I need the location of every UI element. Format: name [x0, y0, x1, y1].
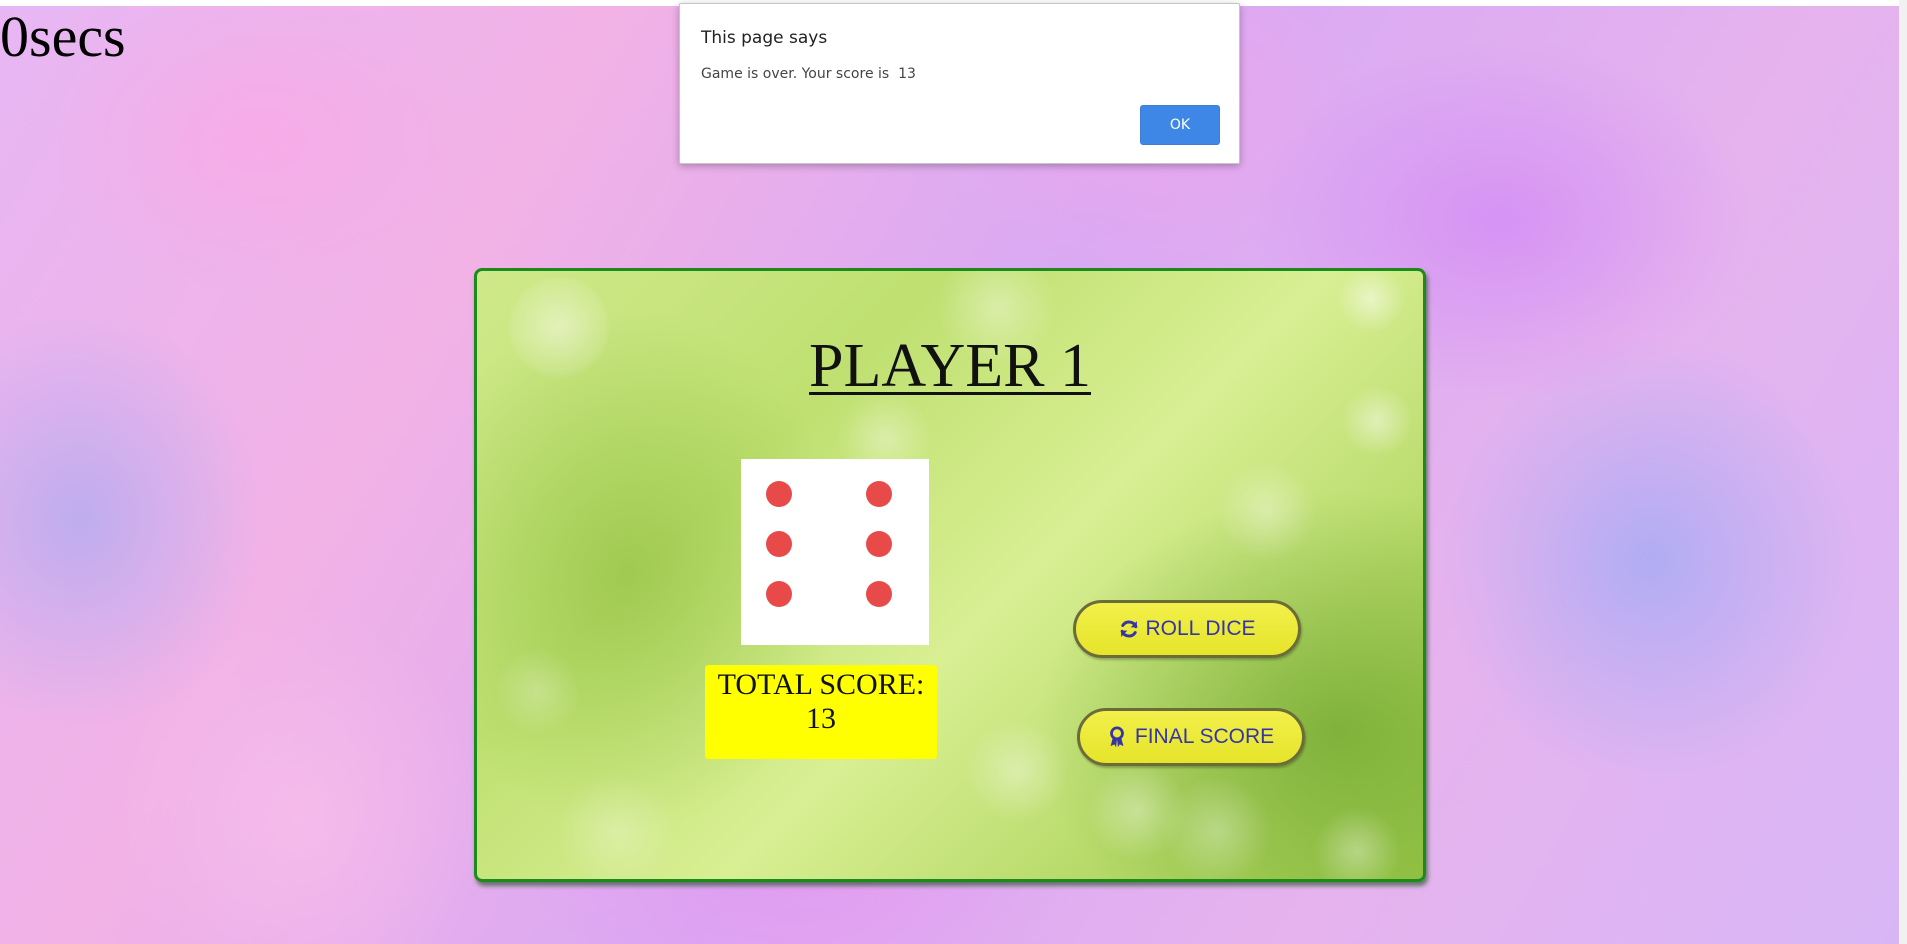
- final-score-label: FINAL SCORE: [1134, 725, 1275, 748]
- player-title: PLAYER 1: [809, 332, 1091, 400]
- ok-button[interactable]: OK: [1140, 105, 1220, 145]
- timer-display: 0secs: [0, 4, 126, 69]
- dice-pip: [766, 481, 792, 507]
- dialog-message: Game is over. Your score is 13: [701, 66, 916, 82]
- roll-dice-label: ROLL DICE: [1145, 617, 1256, 640]
- alert-dialog: This page says Game is over. Your score …: [679, 3, 1240, 164]
- dice-pip: [866, 531, 892, 557]
- page-scrollbar[interactable]: [1899, 0, 1907, 944]
- dice-pip: [866, 581, 892, 607]
- dice-face-six: [741, 459, 929, 645]
- total-score-value: 13: [806, 702, 836, 735]
- dialog-title: This page says: [701, 28, 828, 48]
- dice-pip: [766, 531, 792, 557]
- dice-pip: [766, 581, 792, 607]
- game-board: PLAYER 1 TOTAL SCORE: 13 ROLL DICE FINAL…: [474, 268, 1426, 882]
- final-score-button[interactable]: FINAL SCORE: [1077, 708, 1305, 766]
- total-score-label: TOTAL SCORE:: [717, 668, 925, 701]
- roll-dice-button[interactable]: ROLL DICE: [1073, 600, 1301, 658]
- dice-pip: [866, 481, 892, 507]
- award-icon: [1108, 726, 1130, 748]
- refresh-icon: [1118, 618, 1140, 640]
- total-score-box: TOTAL SCORE: 13: [705, 665, 937, 759]
